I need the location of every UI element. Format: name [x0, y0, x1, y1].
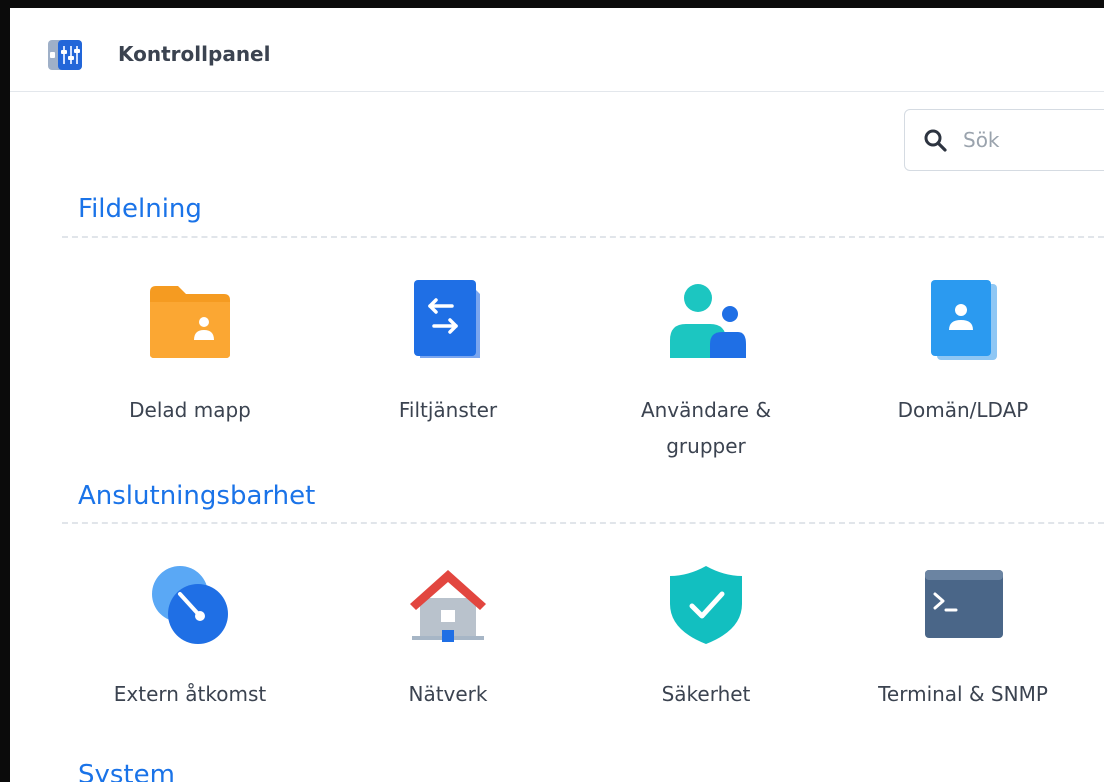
network-icon	[410, 570, 486, 642]
window-frame-top	[0, 0, 1104, 8]
domain-ldap-icon	[931, 280, 997, 360]
tile-label: Användare & grupper	[640, 398, 772, 458]
search-input[interactable]	[961, 124, 1104, 156]
section-title-anslutningsbarhet: Anslutningsbarhet	[78, 481, 316, 511]
search-icon	[924, 129, 947, 152]
tile-domain-ldap[interactable]: Domän/LDAP	[863, 280, 1063, 480]
external-access-icon	[152, 566, 228, 644]
tile-file-services[interactable]: Filtjänster	[348, 280, 548, 480]
window-title: Kontrollpanel	[118, 42, 271, 66]
section-title-fildelning: Fildelning	[78, 194, 202, 224]
tile-label: Nätverk	[408, 682, 488, 706]
tile-label: Säkerhet	[661, 682, 751, 706]
tile-terminal-snmp[interactable]: Terminal & SNMP	[863, 564, 1063, 764]
section-divider	[62, 522, 1104, 524]
tile-external-access[interactable]: Extern åtkomst	[90, 564, 290, 764]
section-divider	[62, 236, 1104, 238]
section-title-system: System	[78, 760, 175, 782]
control-panel-icon	[48, 40, 82, 70]
security-shield-icon	[670, 566, 742, 644]
titlebar: Kontrollpanel	[10, 8, 1104, 92]
tile-label: Extern åtkomst	[113, 682, 267, 706]
search-box[interactable]	[904, 109, 1104, 171]
tile-users-groups[interactable]: Användare & grupper	[606, 280, 806, 480]
tile-security[interactable]: Säkerhet	[606, 564, 806, 764]
terminal-icon	[925, 570, 1003, 638]
window-frame-left	[0, 0, 10, 782]
tile-label: Delad mapp	[129, 398, 251, 422]
tile-label: Domän/LDAP	[897, 398, 1029, 422]
file-services-icon	[414, 280, 480, 358]
tile-shared-folder[interactable]: Delad mapp	[90, 280, 290, 480]
users-groups-icon	[670, 284, 746, 358]
control-panel-window: Kontrollpanel Fildelning Delad mapp Filt…	[10, 8, 1104, 782]
tile-network[interactable]: Nätverk	[348, 564, 548, 764]
tile-label: Filtjänster	[398, 398, 498, 422]
tile-label: Terminal & SNMP	[878, 682, 1048, 706]
shared-folder-icon	[150, 286, 230, 358]
